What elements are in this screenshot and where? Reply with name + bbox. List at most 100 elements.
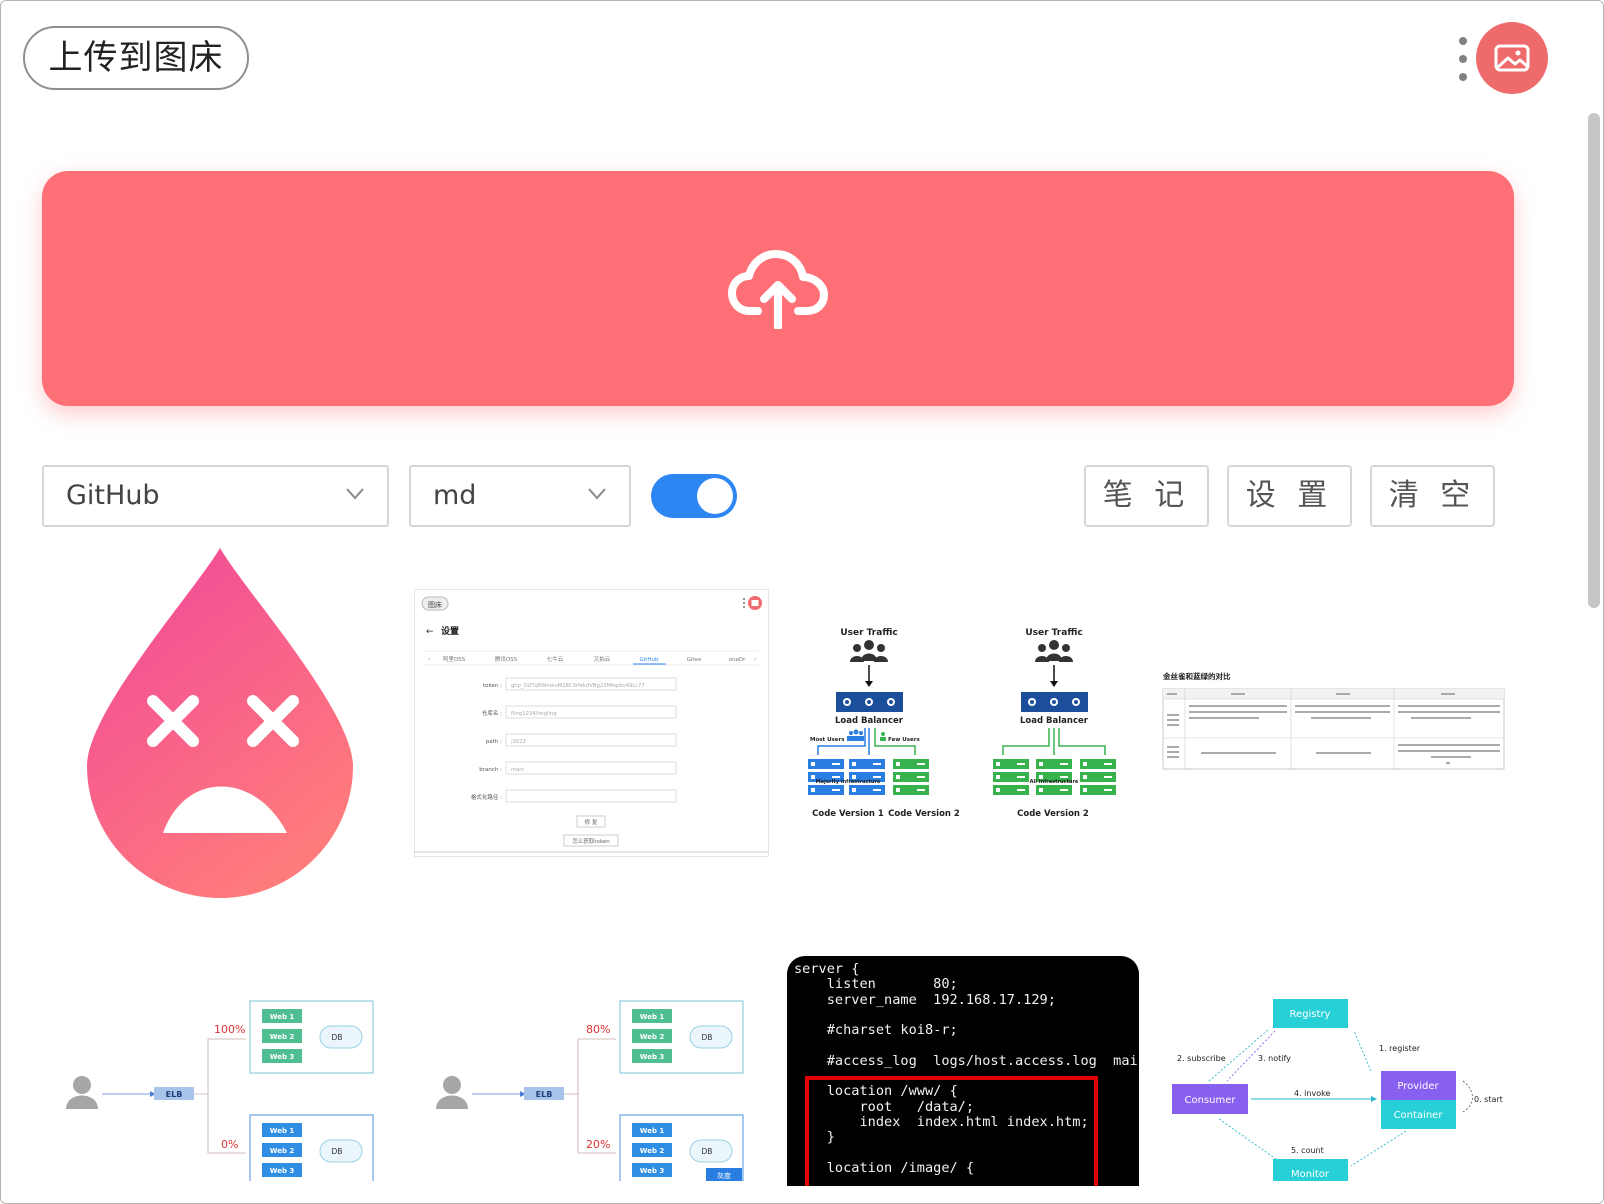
svg-text:←: ←: [426, 627, 434, 637]
image-host-select[interactable]: GitHub: [42, 465, 389, 527]
upload-dropzone[interactable]: [42, 171, 1514, 406]
server-slot: [917, 776, 925, 778]
chevron-down-icon: [588, 488, 606, 500]
consumer-label: Consumer: [1185, 1095, 1237, 1106]
server-led: [811, 762, 815, 766]
left-v1-label: Code Version 1: [812, 809, 884, 819]
web-server-label: Web 2: [640, 1147, 665, 1155]
screenshot-help: 怎么获取token: [572, 837, 610, 845]
image-icon: [1494, 44, 1530, 72]
avatar[interactable]: [1476, 22, 1548, 94]
thumbnail-sad-drop[interactable]: [85, 546, 355, 901]
screenshot-field-value: fling1234/imgling: [511, 711, 557, 717]
link-format-select[interactable]: md: [409, 465, 631, 527]
db-label: DB: [702, 1147, 713, 1156]
server-slot: [873, 789, 881, 791]
thumbnail-dubbo-architecture[interactable]: Registry Consumer Provider Container Mon…: [1161, 991, 1506, 1181]
scrollbar-thumb[interactable]: [1588, 113, 1600, 608]
thumbnail-elb-split[interactable]: ELB 80% 20% Web 1 Web 2 Web 3 DB Web 1 Web 2 W…: [416, 991, 751, 1181]
web-server-label: Web 3: [270, 1167, 295, 1175]
elb-full-diagram: ELB 100% 0% Web 1 Web 2 Web 3 DB Web 1 Web 2 W…: [66, 1000, 374, 1181]
screenshot-field-value: /2022: [511, 739, 526, 745]
thumbnail-nginx-config[interactable]: server { listen 80; server_name 192.168.…: [787, 956, 1139, 1186]
screenshot-tab: Gitee: [687, 657, 702, 663]
top-percentage: 100%: [214, 1023, 245, 1036]
screenshot-save: 修 复: [585, 818, 598, 826]
settings-button[interactable]: 设 置: [1227, 465, 1352, 527]
web-server-label: Web 3: [640, 1167, 665, 1175]
left-traffic-label: User Traffic: [840, 628, 897, 638]
canary-diagram-image: User Traffic User Traffic Load Balancer …: [808, 628, 1116, 819]
comparison-table-image: 金丝雀和蓝绿的对比: [1162, 671, 1505, 770]
chevron-down-icon: [346, 488, 364, 500]
screenshot-field-label: token :: [483, 683, 502, 689]
link-format-value: md: [433, 480, 477, 511]
most-users-label: Most Users: [810, 737, 845, 743]
notes-button[interactable]: 笔 记: [1084, 465, 1209, 527]
server-led: [811, 788, 815, 792]
screenshot-field-input: [505, 733, 677, 747]
app-window: 上传到图床 GitHub md 笔 记 设 置 清 空 图床 ← 设置 ‹ › …: [0, 0, 1604, 1204]
server-led: [811, 775, 815, 779]
screenshot-tab: oneDr: [729, 657, 746, 663]
server-led: [1039, 762, 1043, 766]
screenshot-field-value: ghp_OUTq8WmeuM28C3rfekdVNg23Mfepbv49Lc77: [511, 683, 645, 689]
scrollbar[interactable]: [1587, 113, 1601, 1193]
count-label: 5. count: [1291, 1146, 1324, 1155]
screenshot-field-input: [505, 789, 677, 803]
server-slot: [917, 763, 925, 765]
sad-drop-icon: [87, 548, 353, 898]
thumbnail-elb-full[interactable]: ELB 100% 0% Web 1 Web 2 Web 3 DB Web 1 Web 2 W…: [46, 991, 381, 1181]
server-slot: [1104, 789, 1112, 791]
table-image-title: 金丝雀和蓝绿的对比: [1162, 671, 1231, 681]
server-slot: [832, 776, 840, 778]
web-server-label: Web 3: [270, 1053, 295, 1061]
server-led: [1083, 788, 1087, 792]
gray-release-badge: 灰度: [717, 1171, 731, 1180]
screenshot-field-label: branch :: [479, 767, 502, 773]
web-server-label: Web 1: [270, 1013, 295, 1021]
server-led: [996, 762, 1000, 766]
web-server-label: Web 2: [270, 1033, 295, 1041]
thumbnail-settings-screenshot[interactable]: 图床 ← 设置 ‹ › 阿里OSS 腾讯OSS 七牛云 又拍云 GitHub Gitee o…: [414, 589, 769, 857]
clear-button[interactable]: 清 空: [1370, 465, 1495, 527]
toggle-knob: [697, 478, 733, 514]
server-slot: [1060, 776, 1068, 778]
auto-copy-toggle[interactable]: [651, 474, 737, 518]
right-v2-label: Code Version 2: [1017, 809, 1089, 819]
thumbnail-comparison-table[interactable]: 金丝雀和蓝绿的对比: [1161, 666, 1506, 776]
few-users-label: Few Users: [888, 737, 920, 743]
server-led: [896, 788, 900, 792]
server-led: [852, 762, 856, 766]
elb-label: ELB: [536, 1090, 553, 1099]
more-menu-icon[interactable]: [1456, 37, 1470, 81]
svg-text:›: ›: [754, 656, 756, 663]
server-slot: [873, 776, 881, 778]
server-led: [896, 775, 900, 779]
svg-text:‹: ‹: [428, 656, 430, 663]
web-server-label: Web 1: [270, 1127, 295, 1135]
server-slot: [1017, 789, 1025, 791]
top-percentage: 80%: [586, 1023, 610, 1036]
db-label: DB: [702, 1033, 713, 1042]
screenshot-field-label: 格式化路径 :: [471, 793, 502, 801]
left-lb-label: Load Balancer: [835, 716, 904, 726]
right-lb-label: Load Balancer: [1020, 716, 1089, 726]
server-slot: [1017, 776, 1025, 778]
server-slot: [1104, 776, 1112, 778]
thumbnail-canary-diagram[interactable]: User Traffic User Traffic Load Balancer …: [791, 621, 1136, 821]
cloud-upload-icon: [728, 249, 828, 329]
registry-label: Registry: [1290, 1009, 1331, 1020]
elb-split-diagram: ELB 80% 20% Web 1 Web 2 Web 3 DB Web 1 Web 2 W…: [436, 1000, 744, 1181]
server-slot: [832, 763, 840, 765]
screenshot-tab: 阿里OSS: [443, 655, 466, 663]
server-slot: [1104, 763, 1112, 765]
bottom-percentage: 0%: [221, 1138, 238, 1151]
server-led: [996, 788, 1000, 792]
web-server-label: Web 2: [640, 1033, 665, 1041]
elb-label: ELB: [166, 1090, 183, 1099]
web-server-label: Web 3: [640, 1053, 665, 1061]
container-label: Container: [1394, 1110, 1444, 1121]
screenshot-tab: GitHub: [639, 657, 659, 663]
page-title: 上传到图床: [23, 26, 249, 90]
